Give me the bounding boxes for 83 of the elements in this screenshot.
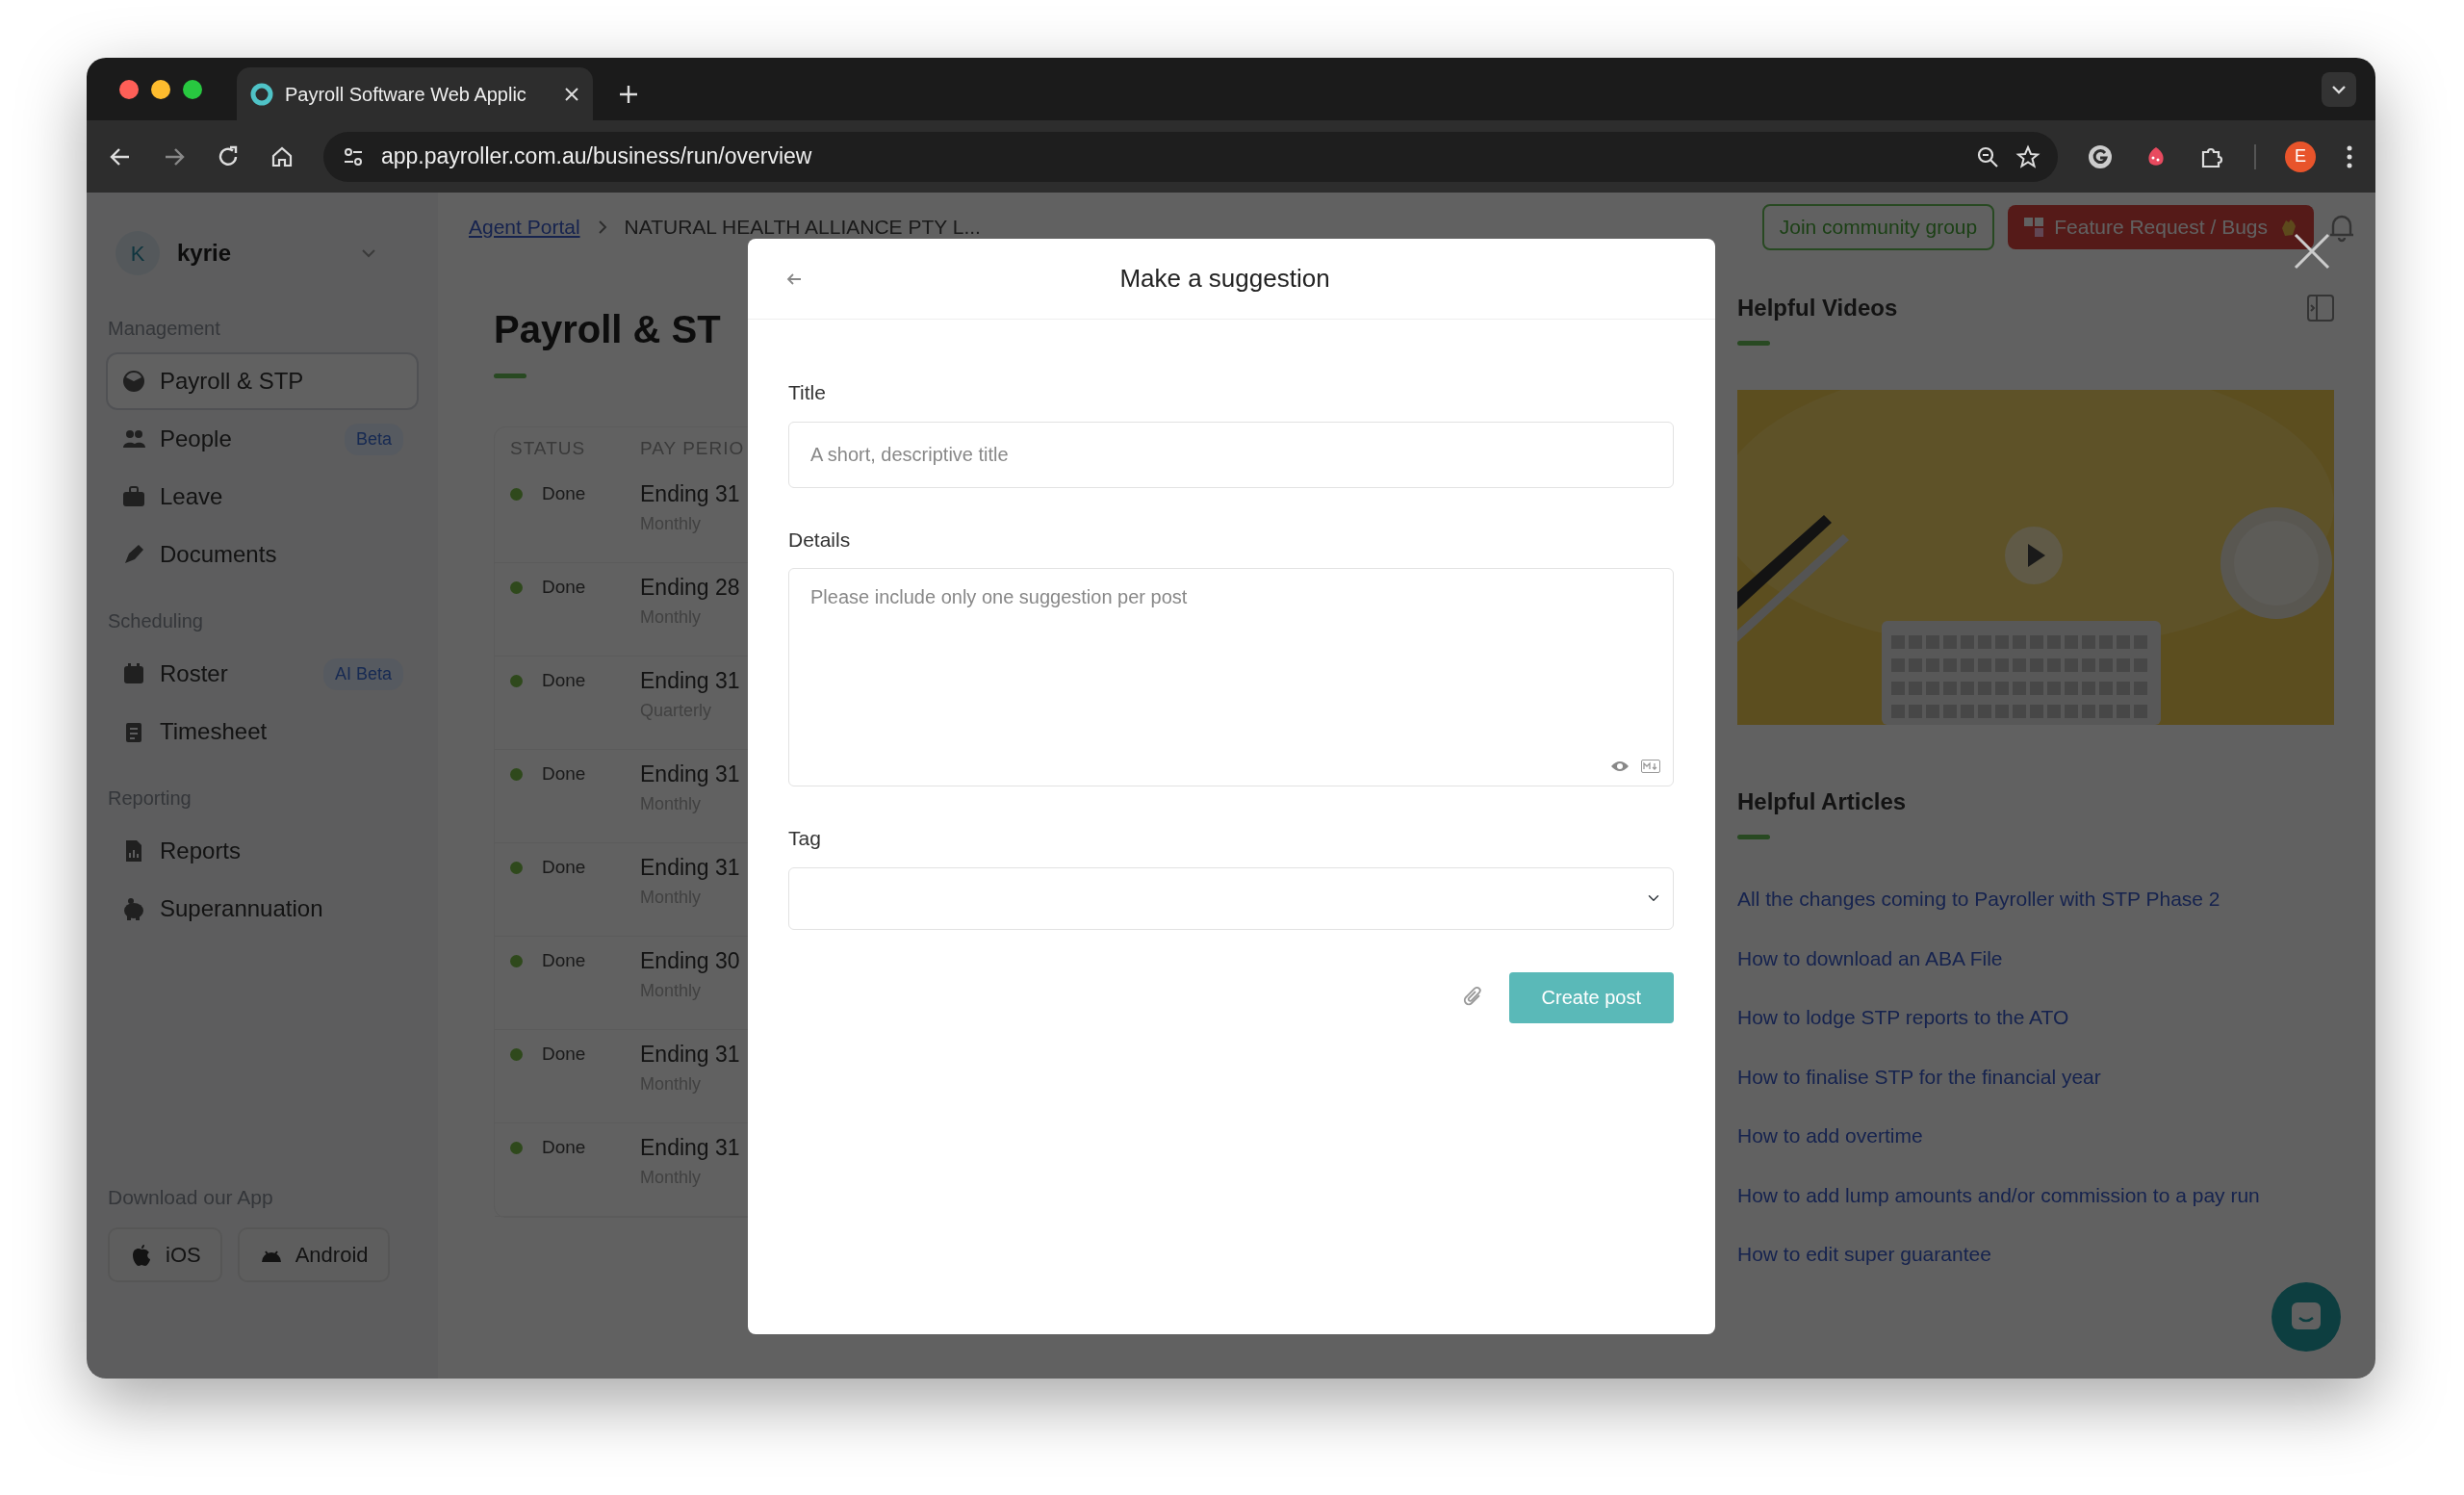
status-dot bbox=[510, 954, 523, 967]
article-link[interactable]: How to add lump amounts and/or commission to a pay run bbox=[1737, 1183, 2260, 1206]
window-control-icon[interactable] bbox=[151, 79, 170, 99]
field-label: Details bbox=[788, 527, 852, 553]
pay-period: Ending 31 bbox=[640, 1041, 740, 1069]
briefcase-icon bbox=[121, 484, 146, 509]
status-dot bbox=[510, 767, 523, 781]
status-dot bbox=[510, 487, 523, 501]
status-dot bbox=[510, 580, 523, 594]
star-icon[interactable] bbox=[2015, 143, 2040, 169]
field-label: Title bbox=[788, 380, 827, 405]
dialog-title: Make a suggestion bbox=[1118, 263, 1331, 295]
markdown-icon[interactable] bbox=[1641, 760, 1660, 773]
app-store-button[interactable]: iOS bbox=[108, 1227, 222, 1282]
browser-tab[interactable]: Payroll Software Web Applic bbox=[237, 67, 593, 120]
piggy-bank-icon bbox=[121, 896, 146, 921]
new-tab-icon[interactable] bbox=[618, 84, 639, 105]
details-field[interactable]: Please include only one suggestion per post bbox=[788, 568, 1674, 786]
pay-period: Ending 31 bbox=[640, 667, 740, 695]
tab-search-icon[interactable] bbox=[2322, 72, 2356, 107]
beta-badge: AI Beta bbox=[322, 657, 403, 690]
extension-icon[interactable] bbox=[2087, 142, 2114, 170]
url-text: app.payroller.com.au/business/run/overview bbox=[381, 142, 813, 171]
article-link[interactable]: How to lodge STP reports to the ATO bbox=[1737, 1006, 2069, 1028]
status-dot bbox=[510, 861, 523, 874]
status-dot bbox=[510, 674, 523, 687]
close-icon[interactable] bbox=[564, 86, 579, 102]
feature-request-button[interactable]: Feature Request / Bugs bbox=[2008, 205, 2314, 249]
tiles-icon bbox=[2023, 217, 2045, 238]
tab-title: Payroll Software Web Applic bbox=[285, 82, 527, 107]
sidebar-item[interactable]: Leave bbox=[108, 470, 417, 524]
sidebar-item[interactable]: Superannuation bbox=[108, 882, 417, 936]
pay-period: Ending 31 bbox=[640, 854, 740, 882]
favicon-icon bbox=[250, 82, 273, 106]
create-post-button[interactable]: Create post bbox=[1508, 971, 1674, 1023]
article-link[interactable]: How to finalise STP for the financial year bbox=[1737, 1065, 2101, 1088]
section-title: Helpful Videos bbox=[1737, 294, 1899, 322]
beta-badge: Beta bbox=[344, 423, 403, 455]
status-text: Done bbox=[542, 1135, 586, 1159]
pay-period: Ending 28 bbox=[640, 574, 740, 602]
window-control-icon[interactable] bbox=[183, 79, 202, 99]
gauge-icon bbox=[121, 369, 146, 394]
calendar-icon bbox=[121, 661, 146, 686]
article-link[interactable]: How to add overtime bbox=[1737, 1124, 1923, 1147]
pay-period: Ending 31 bbox=[640, 1134, 740, 1162]
window-control-icon[interactable] bbox=[119, 79, 139, 99]
sidebar-item[interactable]: Reports bbox=[108, 824, 417, 878]
pay-period: Ending 30 bbox=[640, 947, 740, 975]
status-text: Done bbox=[542, 948, 586, 972]
status-text: Done bbox=[542, 575, 586, 599]
article-link[interactable]: How to edit super guarantee bbox=[1737, 1243, 1991, 1265]
profile-avatar[interactable]: E bbox=[2285, 141, 2316, 172]
back-arrow-icon[interactable] bbox=[786, 271, 802, 286]
title-field[interactable]: A short, descriptive title bbox=[788, 421, 1674, 488]
breadcrumb-current: NATURAL HEALTH ALLIANCE PTY L... bbox=[624, 215, 981, 241]
pay-period: Ending 31 bbox=[640, 480, 740, 508]
address-bar[interactable]: app.payroller.com.au/business/run/overview bbox=[323, 131, 2058, 182]
status-dot bbox=[510, 1047, 523, 1061]
status-dot bbox=[510, 1141, 523, 1154]
field-label: Tag bbox=[788, 826, 822, 851]
pay-period: Ending 31 bbox=[640, 760, 740, 788]
sidebar-item[interactable]: Payroll & STP bbox=[108, 354, 417, 408]
article-link[interactable]: How to download an ABA File bbox=[1737, 946, 2003, 969]
status-text: Done bbox=[542, 481, 586, 505]
sidebar-item[interactable]: Timesheet bbox=[108, 705, 417, 759]
sidebar-item[interactable]: People Beta bbox=[108, 412, 417, 466]
close-button[interactable] bbox=[2294, 233, 2330, 270]
breadcrumb-link[interactable]: Agent Portal bbox=[469, 212, 580, 243]
section-title: Helpful Articles bbox=[1737, 787, 1907, 816]
app-store-button[interactable]: Android bbox=[237, 1227, 390, 1282]
eye-icon[interactable] bbox=[1610, 760, 1630, 773]
account-name[interactable]: kyrie bbox=[177, 236, 342, 271]
panel-toggle-icon[interactable] bbox=[2306, 294, 2335, 322]
page-heading: Payroll & ST bbox=[494, 307, 722, 352]
status-text: Done bbox=[542, 1042, 586, 1066]
status-text: Done bbox=[542, 668, 586, 692]
sidebar-item[interactable]: Documents bbox=[108, 528, 417, 581]
account-avatar[interactable]: K bbox=[116, 231, 160, 275]
community-button[interactable]: Join community group bbox=[1761, 204, 1995, 250]
sidebar-item[interactable]: Roster AI Beta bbox=[108, 647, 417, 701]
status-text: Done bbox=[542, 855, 586, 879]
article-link[interactable]: All the changes coming to Payroller with STP Phase 2 bbox=[1737, 888, 2220, 910]
status-text: Done bbox=[542, 761, 586, 786]
